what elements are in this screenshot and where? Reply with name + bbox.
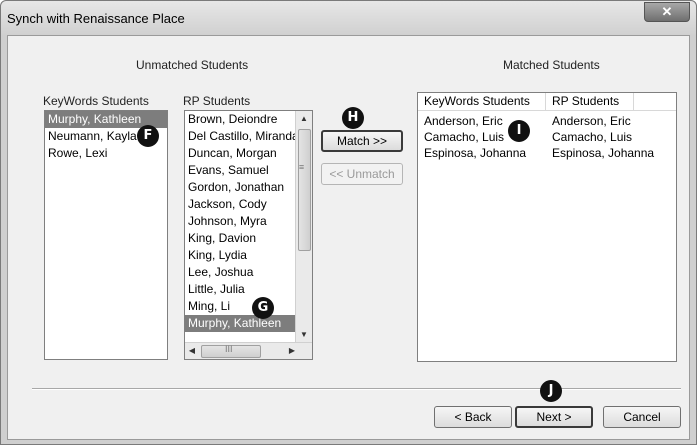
rp-list-vertical-scrollbar[interactable]: ▲ ≡ ▼	[295, 111, 312, 343]
rp-student-item[interactable]: King, Davion	[185, 230, 298, 247]
column-header-rp[interactable]: RP Students	[546, 93, 634, 110]
footer-divider	[32, 388, 681, 390]
callout-h: H	[342, 107, 364, 129]
title-bar: Synch with Renaissance Place ✕	[1, 1, 696, 35]
keywords-students-label: KeyWords Students	[43, 94, 149, 108]
rp-student-item[interactable]: Little, Julia	[185, 281, 298, 298]
matched-rp-cell: Espinosa, Johanna	[552, 146, 655, 160]
matched-row[interactable]: Anderson, Eric Anderson, Eric	[418, 113, 676, 129]
window-title: Synch with Renaissance Place	[7, 11, 185, 26]
rp-student-item[interactable]: Lee, Joshua	[185, 264, 298, 281]
callout-i: I	[508, 120, 530, 142]
callout-f: F	[137, 125, 159, 147]
matched-rp-cell: Camacho, Luis	[552, 130, 633, 144]
matched-heading: Matched Students	[503, 58, 600, 72]
keywords-students-list[interactable]: Murphy, Kathleen Neumann, Kayla Rowe, Lexi	[44, 110, 168, 360]
match-button[interactable]: Match >>	[321, 130, 403, 152]
close-button[interactable]: ✕	[644, 2, 690, 22]
matched-row[interactable]: Camacho, Luis Camacho, Luis	[418, 129, 676, 145]
rp-student-item[interactable]: Del Castillo, Miranda	[185, 128, 299, 145]
matched-students-list[interactable]: KeyWords Students RP Students Anderson, …	[417, 92, 677, 362]
dialog-body: Unmatched Students Matched Students KeyW…	[7, 35, 690, 440]
back-button[interactable]: < Back	[434, 406, 512, 428]
dialog-window: Synch with Renaissance Place ✕ Unmatched…	[0, 0, 697, 445]
rp-students-list[interactable]: Brown, Deiondre Del Castillo, Miranda Dunc…	[184, 110, 313, 360]
horizontal-scroll-thumb[interactable]: III	[201, 344, 261, 358]
cancel-button[interactable]: Cancel	[603, 406, 681, 428]
vertical-scroll-thumb[interactable]	[298, 129, 311, 251]
rp-student-item[interactable]: Gordon, Jonathan	[185, 179, 298, 196]
rp-student-item[interactable]: Jackson, Cody	[185, 196, 298, 213]
scroll-down-arrow-icon[interactable]: ▼	[296, 327, 312, 343]
rp-student-item[interactable]: Johnson, Myra	[185, 213, 298, 230]
rp-student-item[interactable]: Ming, Li	[185, 298, 298, 315]
scroll-left-arrow-icon[interactable]: ◀	[185, 343, 199, 359]
scroll-up-arrow-icon[interactable]: ▲	[296, 111, 312, 127]
rp-student-item[interactable]: Brown, Deiondre	[185, 111, 298, 128]
rp-student-item[interactable]: Murphy, Kathleen	[185, 315, 298, 332]
column-header-keywords[interactable]: KeyWords Students	[418, 93, 546, 110]
matched-rp-cell: Anderson, Eric	[552, 114, 631, 128]
rp-student-item[interactable]: Evans, Samuel	[185, 162, 298, 179]
hscroll-grip-icon: III	[225, 344, 233, 354]
rp-list-horizontal-scrollbar[interactable]: ◀ III ▶	[185, 342, 312, 359]
matched-keywords-cell: Camacho, Luis	[424, 130, 505, 144]
keywords-student-item[interactable]: Rowe, Lexi	[45, 145, 167, 162]
rp-students-items: Brown, Deiondre Del Castillo, Miranda Dunc…	[185, 111, 312, 332]
unmatch-button[interactable]: << Unmatch	[321, 163, 403, 185]
rp-student-item[interactable]: Duncan, Morgan	[185, 145, 298, 162]
matched-row[interactable]: Espinosa, Johanna Espinosa, Johanna	[418, 145, 676, 161]
unmatched-heading: Unmatched Students	[136, 58, 249, 72]
callout-g: G	[252, 297, 274, 319]
scroll-right-arrow-icon[interactable]: ▶	[285, 343, 299, 359]
next-button[interactable]: Next >	[515, 406, 593, 428]
scroll-grip-icon: ≡	[298, 162, 305, 172]
rp-student-item[interactable]: King, Lydia	[185, 247, 298, 264]
matched-keywords-cell: Espinosa, Johanna	[424, 146, 527, 160]
matched-list-header: KeyWords Students RP Students	[418, 93, 676, 111]
matched-keywords-cell: Anderson, Eric	[424, 114, 503, 128]
callout-j: J	[540, 380, 562, 402]
rp-students-label: RP Students	[183, 94, 251, 108]
